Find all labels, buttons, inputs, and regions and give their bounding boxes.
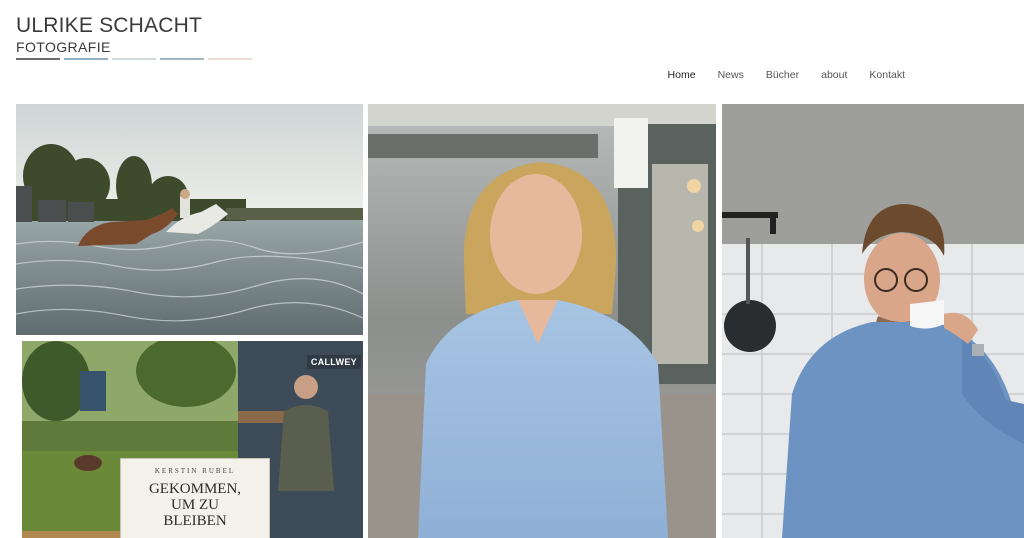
nav-item-about[interactable]: about [821, 69, 847, 81]
nav-item-home[interactable]: Home [668, 69, 696, 81]
book-title-line: GEKOMMEN, [148, 481, 242, 497]
book-title: GEKOMMEN, UM ZU BLEIBEN [121, 481, 269, 529]
nav-item-news[interactable]: News [718, 69, 744, 81]
gallery-image-portrait-woman[interactable] [368, 104, 716, 538]
site-logo[interactable]: ULRIKE SCHACHT FOTOGRAFIE [16, 14, 252, 60]
book-title-line: BLEIBEN [163, 513, 227, 529]
nav-item-buecher[interactable]: Bücher [766, 69, 799, 81]
logo-bar [64, 58, 108, 60]
logo-name: ULRIKE SCHACHT [16, 14, 202, 37]
logo-bar [16, 58, 60, 60]
gallery-image-book-cover[interactable]: CALLWEY KERSTIN RUBEL GEKOMMEN, UM ZU BL… [16, 341, 363, 538]
gallery-image-man-coffee[interactable] [722, 104, 1024, 538]
gallery-image-horse-lake[interactable] [16, 104, 363, 335]
logo-bar [208, 58, 252, 60]
nav-item-kontakt[interactable]: Kontakt [869, 69, 905, 81]
book-cover: KERSTIN RUBEL GEKOMMEN, UM ZU BLEIBEN [120, 458, 270, 538]
logo-color-bars [16, 58, 252, 60]
logo-subtitle: FOTOGRAFIE [16, 39, 111, 55]
main-nav: Home News Bücher about Kontakt [646, 69, 905, 81]
man-coffee-photo [722, 104, 1024, 538]
portrait-woman-photo [368, 104, 716, 538]
book-author: KERSTIN RUBEL [154, 467, 236, 475]
logo-bar [160, 58, 204, 60]
book-title-line: UM ZU [171, 497, 219, 513]
publisher-badge: CALLWEY [306, 355, 361, 369]
horse-lake-photo [16, 104, 363, 335]
logo-bar [112, 58, 156, 60]
